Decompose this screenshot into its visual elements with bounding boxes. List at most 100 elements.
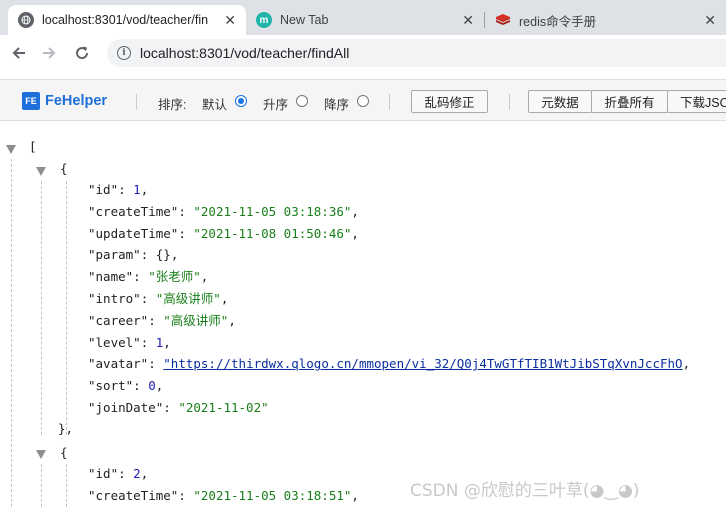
- json-value: "2021-11-05 03:18:51": [193, 487, 352, 503]
- m-logo-icon: m: [256, 12, 272, 28]
- json-field: "createTime": "2021-11-05 03:18:51",: [88, 486, 359, 506]
- json-colon: :: [178, 487, 194, 503]
- json-colon: :: [140, 334, 156, 350]
- fold-all-button[interactable]: 折叠所有: [591, 90, 668, 113]
- browser-toolbar: i localhost:8301/vod/teacher/findAll: [0, 35, 726, 71]
- site-info-icon[interactable]: i: [117, 46, 131, 60]
- json-colon: :: [163, 400, 179, 415]
- json-comma: ,: [351, 225, 359, 241]
- toolbar-divider: [389, 94, 390, 110]
- tab-redis[interactable]: redis命令手册 ✕: [485, 5, 726, 35]
- watermark: CSDN @欣慰的三叶草(◕‿◕): [410, 481, 640, 501]
- url-path: :8301/vod/teacher/findAll: [195, 45, 350, 61]
- json-comma: ,: [351, 203, 359, 219]
- fehelper-logo: FE FeHelper: [22, 92, 107, 110]
- json-field: "createTime": "2021-11-05 03:18:36",: [88, 202, 359, 222]
- json-key: "id": [88, 466, 119, 481]
- json-key: "createTime": [88, 487, 179, 503]
- json-value: "2021-11-05 03:18:36": [193, 203, 352, 219]
- json-colon: :: [118, 182, 134, 197]
- json-colon: :: [178, 203, 194, 219]
- json-object-open: {: [60, 445, 68, 460]
- sort-desc-label[interactable]: 降序: [324, 94, 349, 113]
- tab-title: redis命令手册: [519, 14, 597, 29]
- json-colon: :: [148, 356, 164, 372]
- json-colon: :: [140, 291, 156, 306]
- sort-default-radio[interactable]: [235, 95, 247, 107]
- json-colon: :: [133, 378, 149, 394]
- collapse-toggle-icon[interactable]: [36, 450, 46, 459]
- collapse-toggle-icon[interactable]: [36, 167, 46, 176]
- json-value: "2021-11-08 01:50:46": [193, 225, 352, 241]
- indent-guide: [41, 181, 42, 435]
- indent-guide: [66, 464, 67, 507]
- json-colon: :: [178, 225, 194, 241]
- tab-new-tab[interactable]: m New Tab ✕: [246, 5, 484, 35]
- sort-asc-radio[interactable]: [296, 95, 308, 107]
- json-colon: :: [140, 247, 156, 263]
- json-comma: ,: [228, 312, 236, 328]
- json-field: "joinDate": "2021-11-02": [88, 398, 269, 418]
- json-value: "高级讲师": [163, 312, 229, 328]
- json-key: "param": [88, 247, 141, 263]
- json-field: "career": "高级讲师",: [88, 311, 236, 331]
- tab-title: New Tab: [280, 13, 329, 27]
- json-field: "avatar": "https://thirdwx.qlogo.cn/mmop…: [88, 354, 690, 374]
- json-field: "level": 1,: [88, 333, 171, 353]
- json-key: "sort": [88, 378, 134, 394]
- sort-label: 排序:: [158, 98, 187, 112]
- sort-asc-label[interactable]: 升序: [263, 94, 288, 113]
- indent-guide: [41, 464, 42, 507]
- json-viewer: [ { "id": 1, "createTime": "2021-11-05 03…: [0, 121, 726, 507]
- fehelper-name: FeHelper: [45, 93, 108, 109]
- tab-localhost[interactable]: localhost:8301/vod/teacher/fin ✕: [8, 5, 246, 35]
- fix-encoding-button[interactable]: 乱码修正: [411, 90, 488, 113]
- json-colon: :: [148, 312, 164, 328]
- json-object-open: {: [60, 161, 68, 176]
- json-key: "career": [88, 312, 149, 328]
- json-field: "intro": "高级讲师",: [88, 289, 228, 309]
- json-comma: ,: [155, 378, 164, 394]
- json-value: "2021-11-02": [178, 400, 269, 415]
- json-key: "level": [88, 334, 141, 350]
- json-comma: ,: [140, 182, 149, 197]
- json-key: "id": [88, 182, 119, 197]
- json-object-close: },: [58, 421, 74, 436]
- json-value-link[interactable]: "https://thirdwx.qlogo.cn/mmopen/vi_32/Q…: [163, 356, 682, 371]
- json-value: 0: [148, 378, 156, 394]
- json-key: "avatar": [88, 356, 149, 372]
- json-field: "param": {},: [88, 245, 178, 265]
- url-host: localhost: [140, 45, 196, 61]
- json-comma: ,: [163, 334, 171, 350]
- json-key: "joinDate": [88, 400, 164, 415]
- collapse-toggle-icon[interactable]: [6, 145, 16, 154]
- indent-guide: [66, 181, 67, 435]
- address-bar[interactable]: i localhost:8301/vod/teacher/findAll: [107, 39, 726, 67]
- fehelper-toolbar: FE FeHelper 排序: 默认 升序 降序 乱码修正 元数据 折叠所有 下…: [0, 79, 726, 121]
- download-json-button[interactable]: 下载JSON: [667, 90, 726, 113]
- json-field: "id": 1,: [88, 180, 148, 200]
- json-field: "id": 2,: [88, 464, 148, 484]
- json-open-bracket: [: [29, 139, 37, 154]
- forward-arrow-icon[interactable]: [34, 38, 64, 68]
- tab-close-button[interactable]: ✕: [224, 12, 236, 29]
- indent-guide: [11, 159, 12, 507]
- globe-icon: [18, 12, 34, 28]
- json-comma: ,: [200, 269, 209, 285]
- metadata-button[interactable]: 元数据: [528, 90, 592, 113]
- redis-icon: [495, 12, 511, 28]
- json-value: {}: [155, 247, 171, 263]
- back-arrow-icon[interactable]: [4, 38, 34, 68]
- tab-title: localhost:8301/vod/teacher/fin: [42, 13, 209, 27]
- sort-default-label[interactable]: 默认: [202, 94, 227, 113]
- reload-icon[interactable]: [67, 38, 97, 68]
- json-key: "updateTime": [88, 225, 179, 241]
- json-key: "createTime": [88, 203, 179, 219]
- json-value: 2: [133, 466, 141, 481]
- json-field: "name": "张老师",: [88, 267, 208, 287]
- tab-close-button[interactable]: ✕: [462, 12, 474, 29]
- json-colon: :: [133, 269, 149, 285]
- json-comma: ,: [140, 466, 149, 481]
- sort-desc-radio[interactable]: [357, 95, 369, 107]
- tab-close-button[interactable]: ✕: [704, 12, 716, 29]
